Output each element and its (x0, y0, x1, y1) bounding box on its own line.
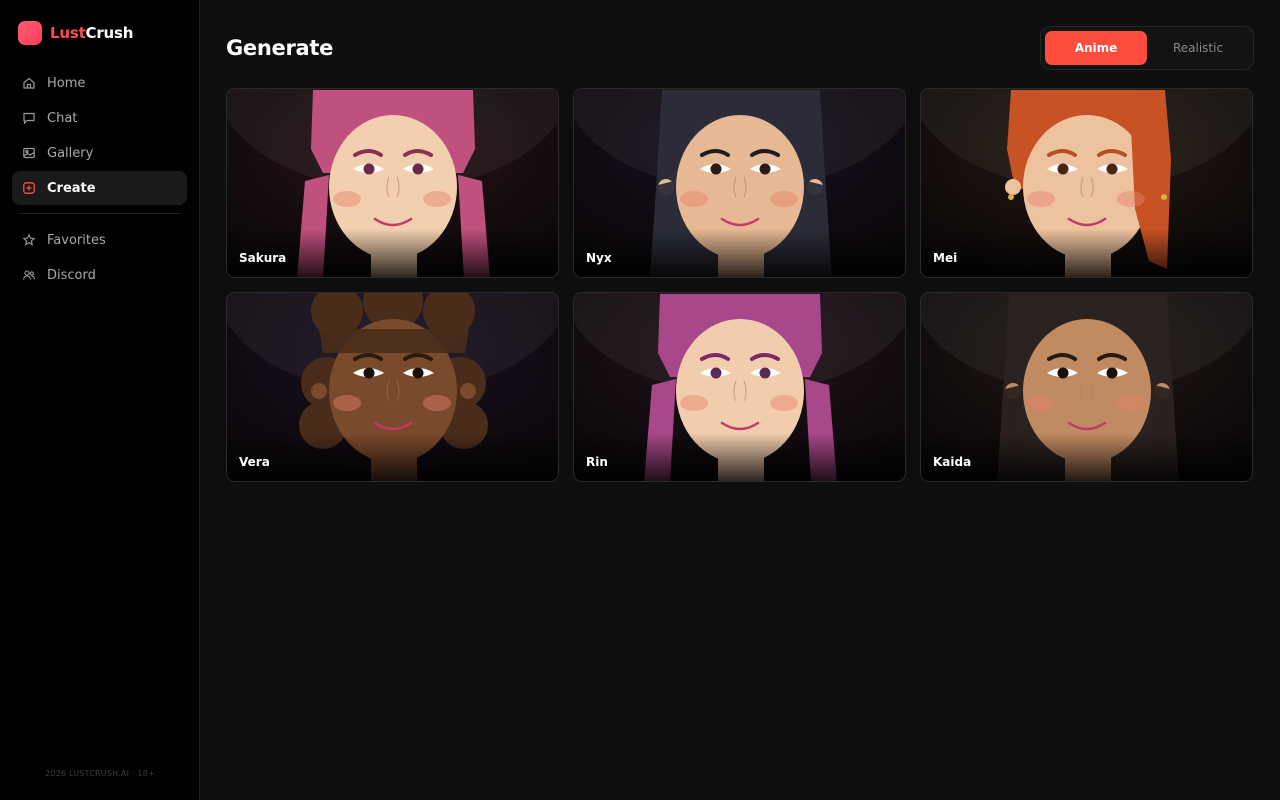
sidebar-item-label: Home (47, 75, 86, 91)
toggle-anime-button[interactable]: Anime (1045, 31, 1147, 65)
character-portrait (574, 293, 905, 481)
character-portrait (227, 89, 558, 277)
sidebar-item-label: Create (47, 180, 96, 196)
character-portrait (574, 89, 905, 277)
nav-divider (18, 213, 181, 214)
brand-name: LustCrush (50, 24, 133, 42)
style-toggle: Anime Realistic (1040, 26, 1254, 70)
sidebar-nav: Home Chat Gallery Create Favorites Disco… (0, 66, 199, 292)
app-shell: LustCrush Home Chat Gallery Create Favor… (0, 0, 1280, 800)
brand-name-part-2: Crush (85, 24, 134, 42)
character-name: Kaida (933, 455, 972, 469)
brand[interactable]: LustCrush (18, 18, 199, 48)
sidebar-item-favorites[interactable]: Favorites (12, 223, 187, 257)
sidebar: LustCrush Home Chat Gallery Create Favor… (0, 0, 200, 800)
character-name: Sakura (239, 251, 287, 265)
page-header: Generate Anime Realistic (226, 26, 1254, 70)
toggle-realistic-button[interactable]: Realistic (1147, 31, 1249, 65)
sidebar-item-chat[interactable]: Chat (12, 101, 187, 135)
character-name: Nyx (586, 251, 612, 265)
sidebar-item-label: Gallery (47, 145, 94, 161)
character-name: Mei (933, 251, 958, 265)
page-title: Generate (226, 36, 334, 60)
character-card[interactable]: Sakura (226, 88, 559, 278)
users-icon (22, 268, 36, 282)
character-card[interactable]: Nyx (573, 88, 906, 278)
character-card[interactable]: Rin (573, 292, 906, 482)
sidebar-item-gallery[interactable]: Gallery (12, 136, 187, 170)
sidebar-item-label: Chat (47, 110, 78, 126)
home-icon (22, 76, 36, 90)
character-card[interactable]: Mei (920, 88, 1253, 278)
brand-name-part-1: Lust (50, 24, 86, 42)
sidebar-item-home[interactable]: Home (12, 66, 187, 100)
star-icon (22, 233, 36, 247)
character-card[interactable]: Kaida (920, 292, 1253, 482)
gallery-icon (22, 146, 36, 160)
sidebar-item-discord[interactable]: Discord (12, 258, 187, 292)
brand-logo-icon (18, 21, 42, 45)
sidebar-item-label: Discord (47, 267, 96, 283)
sidebar-item-create[interactable]: Create (12, 171, 187, 205)
chat-icon (22, 111, 36, 125)
sidebar-item-label: Favorites (47, 232, 106, 248)
character-name: Rin (586, 455, 608, 469)
create-icon (22, 181, 36, 195)
character-portrait (921, 89, 1252, 277)
character-portrait (921, 293, 1252, 481)
main-content: Generate Anime Realistic Sakura Nyx Mei … (200, 0, 1280, 800)
character-name: Vera (239, 455, 270, 469)
character-grid: Sakura Nyx Mei Vera Rin Kaida (226, 88, 1254, 482)
character-portrait (227, 293, 558, 481)
sidebar-footer: 2026 LUSTCRUSH.AI · 18+ (45, 769, 155, 778)
character-card[interactable]: Vera (226, 292, 559, 482)
